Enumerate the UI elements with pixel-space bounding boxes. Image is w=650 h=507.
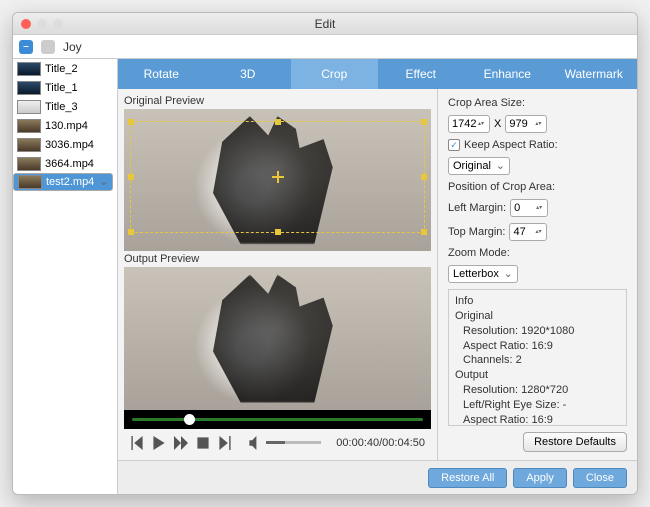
sidebar-item-selected[interactable]: test2.mp4 bbox=[13, 173, 113, 191]
file-sidebar: Title_2 Title_1 Title_3 130.mp4 3036.mp4… bbox=[13, 59, 118, 494]
tab-rotate[interactable]: Rotate bbox=[118, 59, 205, 89]
project-bar: – Joy bbox=[13, 35, 637, 59]
apply-button[interactable]: Apply bbox=[513, 468, 567, 488]
stop-icon[interactable] bbox=[196, 436, 210, 450]
keep-ratio-label: Keep Aspect Ratio: bbox=[464, 139, 558, 151]
zoom-mode-select[interactable]: Letterbox bbox=[448, 265, 518, 283]
restore-all-button[interactable]: Restore All bbox=[428, 468, 507, 488]
volume-icon[interactable] bbox=[248, 436, 262, 450]
zoom-mode-label: Zoom Mode: bbox=[448, 247, 627, 259]
sidebar-item-label: test2.mp4 bbox=[46, 176, 94, 188]
restore-defaults-button[interactable]: Restore Defaults bbox=[523, 432, 627, 452]
playhead[interactable] bbox=[184, 414, 195, 425]
sidebar-item[interactable]: 3664.mp4 bbox=[13, 154, 117, 173]
tab-bar: Rotate 3D Crop Effect Enhance Watermark bbox=[118, 59, 637, 89]
volume-slider[interactable] bbox=[266, 441, 321, 444]
tab-effect[interactable]: Effect bbox=[378, 59, 465, 89]
sidebar-item-label: Title_2 bbox=[45, 63, 78, 75]
sidebar-item-label: 130.mp4 bbox=[45, 120, 88, 132]
crop-width-input[interactable]: 1742▴▾ bbox=[448, 115, 490, 133]
left-margin-input[interactable]: 0▴▾ bbox=[510, 199, 548, 217]
timecode: 00:00:40/00:04:50 bbox=[336, 437, 425, 449]
position-label: Position of Crop Area: bbox=[448, 181, 627, 193]
keep-ratio-checkbox[interactable]: ✓ bbox=[448, 139, 460, 151]
info-title: Info bbox=[455, 294, 620, 309]
sidebar-item[interactable]: Title_2 bbox=[13, 59, 117, 78]
sidebar-item[interactable]: Title_3 bbox=[13, 97, 117, 116]
ff-icon[interactable] bbox=[174, 436, 188, 450]
original-preview-label: Original Preview bbox=[124, 93, 431, 109]
sidebar-item[interactable]: 130.mp4 bbox=[13, 116, 117, 135]
tab-enhance[interactable]: Enhance bbox=[464, 59, 551, 89]
next-icon[interactable] bbox=[218, 436, 232, 450]
sidebar-item-label: Title_3 bbox=[45, 101, 78, 113]
tab-3d[interactable]: 3D bbox=[205, 59, 292, 89]
edit-window: Edit – Joy Title_2 Title_1 Title_3 130.m… bbox=[12, 12, 638, 495]
prev-icon[interactable] bbox=[130, 436, 144, 450]
crop-height-input[interactable]: 979▴▾ bbox=[505, 115, 547, 133]
play-icon[interactable] bbox=[152, 436, 166, 450]
tab-watermark[interactable]: Watermark bbox=[551, 59, 638, 89]
sidebar-item-label: Title_1 bbox=[45, 82, 78, 94]
sidebar-item-label: 3664.mp4 bbox=[45, 158, 94, 170]
crop-size-label: Crop Area Size: bbox=[448, 97, 627, 109]
project-name: Joy bbox=[63, 40, 82, 54]
original-preview[interactable] bbox=[124, 109, 431, 251]
left-margin-label: Left Margin: bbox=[448, 202, 506, 214]
output-preview-label: Output Preview bbox=[124, 251, 431, 267]
x-separator: X bbox=[494, 118, 501, 130]
close-button[interactable]: Close bbox=[573, 468, 627, 488]
aspect-ratio-select[interactable]: Original bbox=[448, 157, 510, 175]
crop-rectangle[interactable] bbox=[130, 121, 425, 233]
playback-controls: 00:00:40/00:04:50 bbox=[124, 429, 431, 456]
tab-crop[interactable]: Crop bbox=[291, 59, 378, 89]
playback-slider[interactable] bbox=[124, 410, 431, 429]
top-margin-input[interactable]: 47▴▾ bbox=[509, 223, 547, 241]
sidebar-item[interactable]: Title_1 bbox=[13, 78, 117, 97]
output-preview bbox=[124, 267, 431, 409]
footer: Restore All Apply Close bbox=[118, 460, 637, 494]
info-panel: Info Original Resolution: 1920*1080 Aspe… bbox=[448, 289, 627, 426]
collapse-icon[interactable]: – bbox=[19, 40, 33, 54]
titlebar: Edit bbox=[13, 13, 637, 35]
sidebar-item-label: 3036.mp4 bbox=[45, 139, 94, 151]
window-title: Edit bbox=[13, 17, 637, 31]
sidebar-item[interactable]: 3036.mp4 bbox=[13, 135, 117, 154]
top-margin-label: Top Margin: bbox=[448, 226, 505, 238]
grid-icon[interactable] bbox=[41, 40, 55, 54]
